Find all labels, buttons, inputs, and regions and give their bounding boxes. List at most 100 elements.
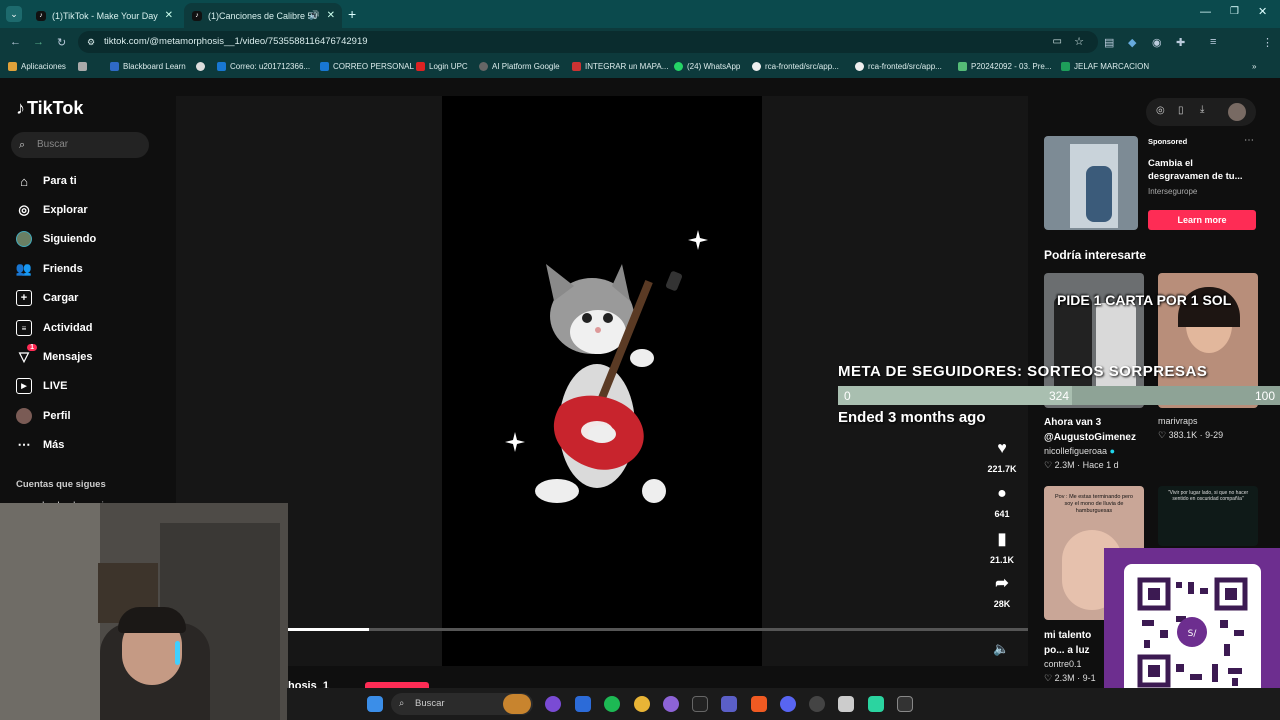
- bookmark-whatsapp[interactable]: (24) WhatsApp: [674, 62, 740, 71]
- video-player[interactable]: ⋯: [442, 96, 1006, 666]
- download-icon[interactable]: ⤓: [1200, 104, 1204, 115]
- security-icon[interactable]: [575, 696, 591, 712]
- ad-more-icon[interactable]: ⋯: [1244, 135, 1254, 146]
- suggestion-thumb-4[interactable]: "Vivir por lugar lado, si que no hacer s…: [1158, 486, 1258, 546]
- following-heading: Cuentas que sigues: [16, 479, 106, 490]
- goal-start: 0: [844, 389, 851, 403]
- restore-icon[interactable]: ❐: [1230, 6, 1239, 17]
- sponsored-thumbnail[interactable]: [1044, 136, 1138, 230]
- bookmark-github-2[interactable]: rca-fronted/src/app...: [855, 62, 942, 71]
- extensions-puzzle-icon[interactable]: ✚: [1176, 36, 1185, 49]
- discord-icon[interactable]: [780, 696, 796, 712]
- terminal-icon[interactable]: [692, 696, 708, 712]
- bookmark-github-1[interactable]: rca-fronted/src/app...: [752, 62, 839, 71]
- teams-icon[interactable]: [721, 696, 737, 712]
- app-icon[interactable]: [868, 696, 884, 712]
- tablet-icon[interactable]: ▯: [1178, 105, 1184, 116]
- yape-qr-code: S/: [1124, 564, 1261, 701]
- headphones-light: [175, 641, 180, 665]
- save-action[interactable]: ▮ 21.1K: [984, 529, 1020, 565]
- audio-playing-icon[interactable]: 🔊: [309, 10, 320, 21]
- epic-games-icon[interactable]: [897, 696, 913, 712]
- chrome-icon[interactable]: [634, 696, 650, 712]
- minimize-icon[interactable]: —: [1200, 6, 1211, 18]
- sheets-icon: [1061, 62, 1070, 71]
- user-avatar[interactable]: [1228, 103, 1246, 121]
- overlay-banner: PIDE 1 CARTA POR 1 SOL: [1057, 292, 1232, 308]
- video-progress-bar[interactable]: [287, 628, 1028, 631]
- tab-tiktok[interactable]: ♪ (1)TikTok - Make Your Day ✕: [28, 3, 180, 28]
- live-icon: ▶: [16, 378, 32, 394]
- nav-mas[interactable]: ⋯ Más: [16, 437, 65, 453]
- bookmarks-overflow-icon[interactable]: »: [1252, 62, 1256, 71]
- search-input[interactable]: ⌕ Buscar: [11, 132, 149, 158]
- spotify-icon[interactable]: [604, 696, 620, 712]
- site-info-icon[interactable]: ⚙: [87, 31, 95, 53]
- menu-icon[interactable]: ⋮: [1262, 36, 1273, 49]
- webcam-feed: [0, 503, 288, 720]
- bookmark-correo-upc[interactable]: [196, 62, 209, 71]
- comment-action[interactable]: ● 641: [984, 485, 1020, 519]
- cast-icon[interactable]: ▭: [1053, 31, 1062, 53]
- bookmark-login-upc[interactable]: Login UPC: [416, 62, 468, 71]
- extension-icon[interactable]: ◉: [1152, 36, 1162, 49]
- bookmark-correo[interactable]: Correo: u201712366...: [217, 62, 310, 71]
- brave-icon[interactable]: [751, 696, 767, 712]
- logitech-icon[interactable]: [809, 696, 825, 712]
- sponsored-title[interactable]: Cambia el desgravamen de tu...: [1148, 157, 1248, 183]
- widget-icon[interactable]: [503, 694, 531, 714]
- tiktok-logo[interactable]: ♪ TikTok: [16, 98, 83, 119]
- suggestion-author-3: contre0.1: [1044, 659, 1082, 669]
- close-tab-icon[interactable]: ✕: [165, 10, 173, 21]
- extension-icon[interactable]: ◆: [1128, 36, 1136, 49]
- windows-start-icon[interactable]: [367, 696, 383, 712]
- suggestion-title-3[interactable]: mi talento po... a luz #fyp #c...: [1044, 628, 1106, 658]
- mapa-icon: [572, 62, 581, 71]
- coin-icon[interactable]: ◎: [1156, 105, 1165, 116]
- reload-icon[interactable]: ↻: [57, 36, 66, 49]
- learn-more-button[interactable]: Learn more: [1148, 210, 1256, 230]
- nav-cargar[interactable]: + Cargar: [16, 290, 78, 306]
- nav-para-ti[interactable]: ⌂ Para ti: [16, 173, 77, 189]
- extension-icon[interactable]: ▤: [1104, 36, 1114, 49]
- nav-actividad[interactable]: ≡ Actividad: [16, 320, 93, 336]
- app-icon[interactable]: [838, 696, 854, 712]
- close-tab-icon[interactable]: ✕: [327, 10, 335, 21]
- bookmark-p2024[interactable]: P20242092 - 03. Pre...: [958, 62, 1052, 71]
- grid-icon: [78, 62, 87, 71]
- tab-calibre[interactable]: ♪ (1)Canciones de Calibre 50 🔊 ✕: [184, 3, 342, 28]
- bookmark-mapa[interactable]: INTEGRAR un MAPA...: [572, 62, 668, 71]
- forward-icon[interactable]: →: [33, 36, 44, 48]
- nav-explorar[interactable]: ◎ Explorar: [16, 202, 87, 218]
- bookmark-correo-personal[interactable]: CORREO PERSONAL: [320, 62, 414, 71]
- bookmark-ai-platform[interactable]: AI Platform Google: [479, 62, 560, 71]
- suggestion-title-2[interactable]: marivraps: [1158, 416, 1198, 426]
- bookmark-blackboard[interactable]: Blackboard Learn: [110, 62, 186, 71]
- nav-live[interactable]: ▶ LIVE: [16, 378, 67, 394]
- reading-list-icon[interactable]: ≡: [1210, 36, 1216, 48]
- nav-perfil[interactable]: Perfil: [16, 408, 71, 424]
- nav-mensajes[interactable]: ▽ 1 Mensajes: [16, 344, 93, 365]
- bookmark-star-icon[interactable]: ☆: [1074, 31, 1084, 53]
- github-icon[interactable]: [663, 696, 679, 712]
- back-icon[interactable]: ←: [10, 36, 21, 48]
- like-action[interactable]: ♥ 221.7K: [984, 440, 1020, 474]
- guitar-cat-image: [505, 230, 708, 503]
- volume-icon[interactable]: 🔈: [993, 641, 1009, 657]
- suggestion-title-1[interactable]: Ahora van 3 @AugustoGimenez: [1044, 415, 1144, 445]
- nav-siguiendo[interactable]: Siguiendo: [16, 231, 96, 247]
- messages-badge: 1: [27, 344, 37, 351]
- new-tab-button[interactable]: +: [348, 6, 356, 22]
- bookmark-apps[interactable]: Aplicaciones: [8, 62, 66, 71]
- outlook-icon: [320, 62, 329, 71]
- close-window-icon[interactable]: ✕: [1258, 5, 1267, 18]
- nav-friends[interactable]: 👥 Friends: [16, 261, 83, 277]
- tab-search-icon[interactable]: ⌄: [6, 6, 22, 22]
- verified-icon: ●: [1109, 446, 1115, 456]
- app-icon[interactable]: [545, 696, 561, 712]
- goal-current: 324: [1049, 389, 1070, 403]
- bookmark-item[interactable]: [78, 62, 91, 71]
- share-action[interactable]: ➦ 28K: [984, 573, 1020, 609]
- address-bar[interactable]: ⚙ tiktok.com/@metamorphosis__1/video/753…: [78, 31, 1098, 53]
- bookmark-jelaf[interactable]: JELAF MARCACION: [1061, 62, 1149, 71]
